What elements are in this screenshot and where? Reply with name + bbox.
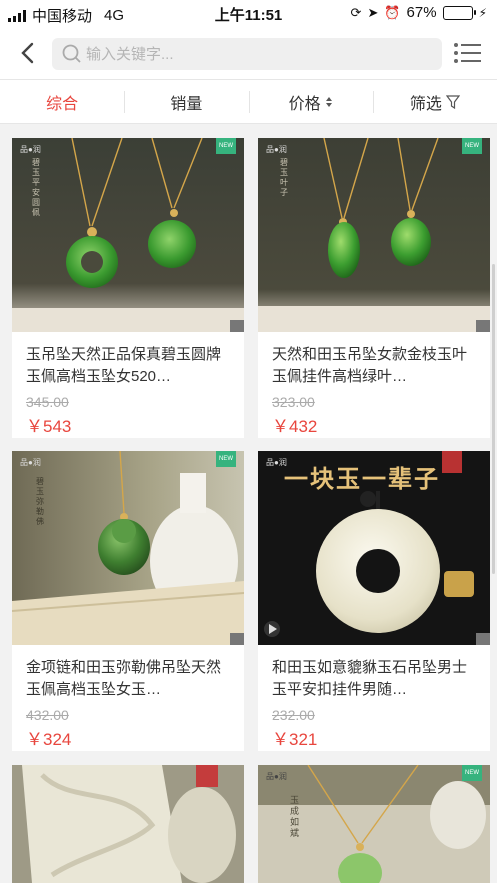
zoom-icon[interactable] [476,633,490,645]
new-badge: NEW [462,765,482,781]
product-title[interactable]: 天然和田玉吊坠女款金枝玉叶玉佩挂件高档绿叶… [272,344,480,388]
product-title[interactable]: 玉吊坠天然正品保真碧玉圆牌玉佩高档玉坠女520… [26,344,234,388]
tab-label: 综合 [46,95,79,113]
search-input[interactable] [86,42,426,66]
image-caption: 碧玉弥勒佛 [36,477,44,526]
new-badge: NEW [462,138,482,154]
product-card[interactable]: 品●润 碧玉叶子 NEW 天然和田玉吊坠女款金枝玉叶玉佩挂件高档绿叶… 323.… [258,138,490,438]
brand-logo: 品●润 [266,772,287,781]
product-card[interactable]: 品●润 玉成如斌 NEW [258,765,490,883]
list-menu-button[interactable] [453,40,481,66]
back-button[interactable] [12,38,42,68]
image-caption: 玉成如斌 [290,795,300,838]
tab-price[interactable]: 价格 [248,80,373,123]
promo-badge [442,451,462,473]
rotation-lock-icon: ⟳ [350,4,362,20]
brand-logo: 品●润 [20,145,41,154]
brand-logo: 品●润 [20,458,41,467]
original-price: 345.00 [26,394,69,410]
original-price: 323.00 [272,394,315,410]
jade-buddha-pendant-image [12,451,244,645]
list-icon [454,43,481,63]
search-icon [62,44,81,63]
battery-icon [442,5,476,20]
tab-label: 价格 [288,95,321,113]
product-image[interactable]: 品●润 一块玉一辈子 [258,451,490,645]
product-image[interactable]: 品●润 碧玉平安圆佩 NEW [12,138,244,332]
sort-bar: 综合 销量 价格 筛选 [0,80,497,124]
tab-comprehensive[interactable]: 综合 [0,80,124,123]
jade-pendant-image [12,138,244,332]
sale-price: ￥432 [272,417,318,436]
image-caption: 一块玉一辈子 [284,466,440,493]
product-title[interactable]: 金项链和田玉弥勒佛吊坠天然玉佩高档玉坠女玉… [26,657,234,701]
tab-label: 筛选 [409,95,442,113]
product-title[interactable]: 和田玉如意貔貅玉石吊坠男士玉平安扣挂件男随… [272,657,480,701]
product-image[interactable] [12,765,244,883]
search-header [0,28,497,80]
tab-sales[interactable]: 销量 [124,80,248,123]
product-card[interactable]: 品●润 一块玉一辈子 和田玉如意貔貅玉石吊坠男士玉平安扣挂件男随… 232.00… [258,451,490,751]
charging-icon: ⚡ [478,5,487,20]
product-card[interactable]: 品●润 碧玉弥勒佛 NEW 金项链和田玉弥勒佛吊坠天然玉佩高档玉坠女玉… 432… [12,451,244,751]
sale-price: ￥324 [26,730,72,749]
zoom-icon[interactable] [476,320,490,332]
original-price: 232.00 [272,707,315,723]
sale-price: ￥543 [26,417,72,436]
location-icon: ➤ [367,4,379,20]
product-card[interactable]: 品●润 碧玉平安圆佩 NEW 玉吊坠天然正品保真碧玉圆牌玉佩高档玉坠女520… … [12,138,244,438]
filter-icon [445,94,460,109]
promo-badge [196,765,218,787]
sale-price: ￥321 [272,730,318,749]
product-card[interactable] [12,765,244,883]
product-image[interactable]: 品●润 碧玉叶子 NEW [258,138,490,332]
original-price: 432.00 [26,707,69,723]
search-box[interactable] [52,38,442,70]
chevron-left-icon [21,42,34,64]
new-badge: NEW [216,451,236,467]
sort-arrows-icon [325,96,332,107]
brand-logo: 品●润 [266,145,287,154]
product-image[interactable]: 品●润 碧玉弥勒佛 NEW [12,451,244,645]
image-caption: 碧玉叶子 [280,158,288,197]
alarm-icon: ⏰ [384,4,401,20]
scrollbar[interactable] [492,264,495,574]
status-bar: 中国移动 4G 上午11:51 ⟳ ➤ ⏰ 67% ⚡ [0,0,497,28]
zoom-icon[interactable] [230,320,244,332]
tab-label: 销量 [170,95,203,113]
new-badge: NEW [216,138,236,154]
jade-leaf-pendant-image [258,138,490,332]
tab-filter[interactable]: 筛选 [372,80,497,123]
battery-percent: 67% [406,4,437,21]
image-caption: 碧玉平安圆佩 [32,158,40,217]
product-image[interactable]: 品●润 玉成如斌 NEW [258,765,490,883]
zoom-icon[interactable] [230,633,244,645]
